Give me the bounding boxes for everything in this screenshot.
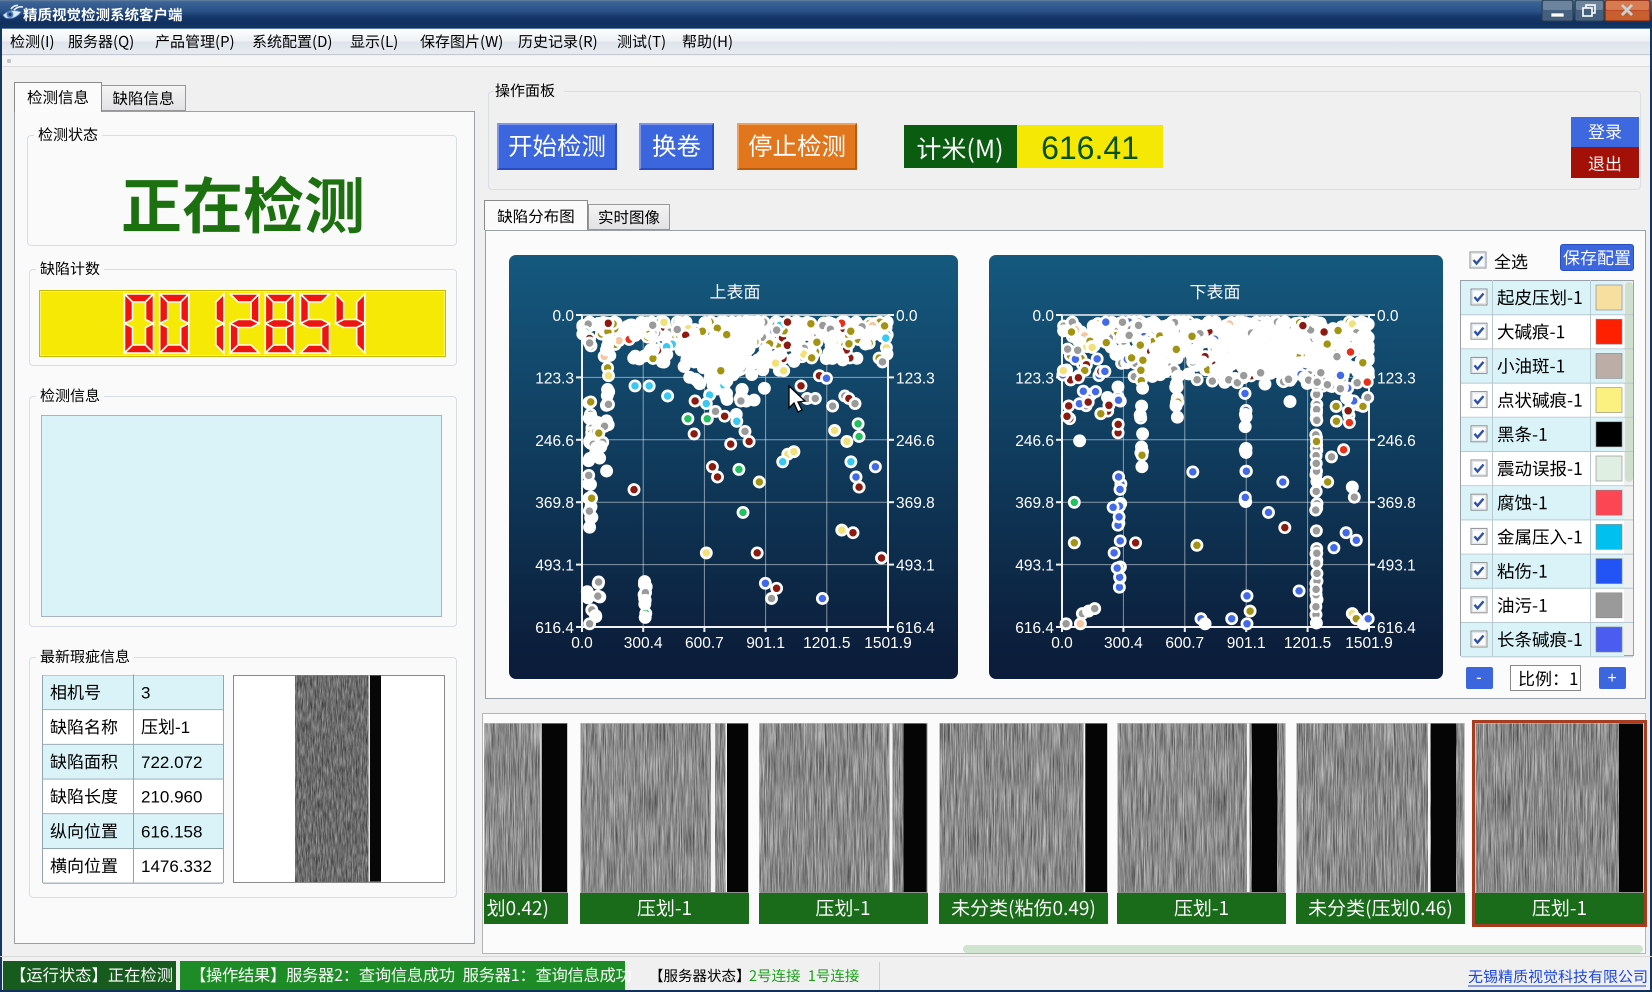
- svg-text:616.4: 616.4: [535, 620, 574, 637]
- svg-text:616.4: 616.4: [1015, 620, 1054, 637]
- svg-text:0.0: 0.0: [1377, 308, 1399, 325]
- svg-text:616.158: 616.158: [141, 822, 202, 841]
- svg-text:-: -: [1476, 668, 1482, 687]
- svg-text:123.3: 123.3: [535, 370, 574, 387]
- svg-text:246.6: 246.6: [1015, 433, 1054, 450]
- svg-text:123.3: 123.3: [1377, 370, 1416, 387]
- svg-text:901.1: 901.1: [1227, 635, 1266, 652]
- svg-text:600.7: 600.7: [685, 635, 724, 652]
- svg-text:246.6: 246.6: [1377, 433, 1416, 450]
- svg-text:901.1: 901.1: [746, 635, 785, 652]
- svg-text:+: +: [1607, 670, 1616, 687]
- svg-text:369.8: 369.8: [896, 495, 935, 512]
- svg-text:493.1: 493.1: [1377, 558, 1416, 575]
- svg-text:压划-1: 压划-1: [141, 718, 190, 737]
- svg-text:493.1: 493.1: [535, 558, 574, 575]
- svg-text:722.072: 722.072: [141, 753, 202, 772]
- svg-text:600.7: 600.7: [1165, 635, 1204, 652]
- svg-text:369.8: 369.8: [1377, 495, 1416, 512]
- svg-text:1476.332: 1476.332: [141, 857, 212, 876]
- svg-text:123.3: 123.3: [896, 370, 935, 387]
- svg-text:369.8: 369.8: [1015, 495, 1054, 512]
- svg-text:0.0: 0.0: [1051, 635, 1073, 652]
- svg-text:616.41: 616.41: [1041, 130, 1139, 166]
- svg-text:0.0: 0.0: [552, 308, 574, 325]
- svg-text:1501.9: 1501.9: [1345, 635, 1392, 652]
- svg-text:0.0: 0.0: [896, 308, 918, 325]
- svg-text:300.4: 300.4: [624, 635, 663, 652]
- svg-text:3: 3: [141, 684, 150, 703]
- svg-text:123.3: 123.3: [1015, 370, 1054, 387]
- svg-text:1201.5: 1201.5: [803, 635, 850, 652]
- svg-text:369.8: 369.8: [535, 495, 574, 512]
- svg-text:1201.5: 1201.5: [1284, 635, 1331, 652]
- svg-text:0.0: 0.0: [571, 635, 593, 652]
- svg-text:210.960: 210.960: [141, 788, 202, 807]
- svg-text:0.0: 0.0: [1032, 308, 1054, 325]
- svg-text:246.6: 246.6: [535, 433, 574, 450]
- svg-text:493.1: 493.1: [1015, 558, 1054, 575]
- svg-text:1501.9: 1501.9: [864, 635, 911, 652]
- svg-text:300.4: 300.4: [1104, 635, 1143, 652]
- svg-text:493.1: 493.1: [896, 558, 935, 575]
- svg-text:246.6: 246.6: [896, 433, 935, 450]
